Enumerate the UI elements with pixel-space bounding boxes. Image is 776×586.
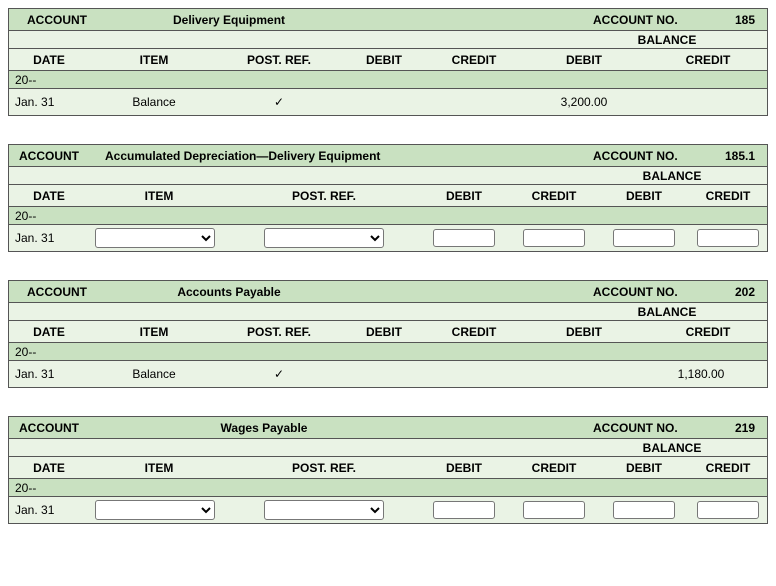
- cell-postref: ✓: [219, 364, 339, 384]
- year-cell: 20--: [9, 478, 89, 498]
- account-label: ACCOUNT: [9, 146, 99, 166]
- account-no-value: 185.1: [697, 146, 767, 166]
- item-select[interactable]: [95, 500, 215, 520]
- col-bal-debit: DEBIT: [519, 322, 649, 342]
- col-credit: CREDIT: [429, 322, 519, 342]
- col-debit: DEBIT: [339, 50, 429, 70]
- account-no-value: 202: [697, 282, 767, 302]
- table-row: Jan. 31 Balance ✓ 1,180.00: [9, 361, 767, 387]
- account-name: Delivery Equipment: [99, 10, 359, 30]
- col-date: DATE: [9, 322, 89, 342]
- account-name: Accumulated Depreciation—Delivery Equipm…: [99, 146, 459, 166]
- debit-input[interactable]: [433, 229, 495, 247]
- bal-debit-input[interactable]: [613, 229, 675, 247]
- col-bal-credit: CREDIT: [689, 186, 767, 206]
- col-item: ITEM: [89, 322, 219, 342]
- col-item: ITEM: [89, 186, 229, 206]
- year-cell: 20--: [9, 206, 89, 226]
- cell-item: Balance: [89, 364, 219, 384]
- credit-input[interactable]: [523, 501, 585, 519]
- col-bal-credit: CREDIT: [689, 458, 767, 478]
- col-bal-debit: DEBIT: [519, 50, 649, 70]
- col-postref: POST. REF.: [229, 186, 419, 206]
- account-name: Accounts Payable: [99, 282, 359, 302]
- col-debit: DEBIT: [339, 322, 429, 342]
- col-date: DATE: [9, 186, 89, 206]
- cell-bal-credit: [649, 99, 767, 105]
- col-credit: CREDIT: [429, 50, 519, 70]
- cell-date: Jan. 31: [9, 228, 89, 248]
- col-bal-credit: CREDIT: [649, 322, 767, 342]
- account-label: ACCOUNT: [9, 418, 99, 438]
- account-no-label: ACCOUNT NO.: [587, 418, 697, 438]
- balance-label: BALANCE: [577, 438, 767, 458]
- account-no-label: ACCOUNT NO.: [587, 146, 697, 166]
- balance-label: BALANCE: [567, 30, 767, 50]
- postref-select[interactable]: [264, 228, 384, 248]
- balance-label: BALANCE: [577, 166, 767, 186]
- cell-debit: [339, 371, 429, 377]
- postref-select[interactable]: [264, 500, 384, 520]
- bal-credit-input[interactable]: [697, 229, 759, 247]
- table-row: Jan. 31: [9, 497, 767, 523]
- account-no-label: ACCOUNT NO.: [587, 282, 697, 302]
- item-select[interactable]: [95, 228, 215, 248]
- cell-credit: [429, 371, 519, 377]
- account-label: ACCOUNT: [9, 282, 99, 302]
- table-row: Jan. 31: [9, 225, 767, 251]
- bal-debit-input[interactable]: [613, 501, 675, 519]
- col-bal-debit: DEBIT: [599, 186, 689, 206]
- bal-credit-input[interactable]: [697, 501, 759, 519]
- ledger-accounts-payable: ACCOUNT Accounts Payable ACCOUNT NO. 202…: [8, 280, 768, 388]
- account-no-label: ACCOUNT NO.: [587, 10, 697, 30]
- cell-date: Jan. 31: [9, 92, 89, 112]
- col-credit: CREDIT: [509, 458, 599, 478]
- col-item: ITEM: [89, 458, 229, 478]
- cell-bal-debit: 3,200.00: [519, 92, 649, 112]
- col-date: DATE: [9, 458, 89, 478]
- debit-input[interactable]: [433, 501, 495, 519]
- col-bal-debit: DEBIT: [599, 458, 689, 478]
- col-date: DATE: [9, 50, 89, 70]
- col-item: ITEM: [89, 50, 219, 70]
- col-bal-credit: CREDIT: [649, 50, 767, 70]
- cell-credit: [429, 99, 519, 105]
- account-label: ACCOUNT: [9, 10, 99, 30]
- ledger-wages-payable: ACCOUNT Wages Payable ACCOUNT NO. 219 BA…: [8, 416, 768, 524]
- ledger-accum-depr: ACCOUNT Accumulated Depreciation—Deliver…: [8, 144, 768, 252]
- col-debit: DEBIT: [419, 458, 509, 478]
- year-cell: 20--: [9, 70, 89, 90]
- col-postref: POST. REF.: [219, 322, 339, 342]
- year-cell: 20--: [9, 342, 89, 362]
- col-postref: POST. REF.: [219, 50, 339, 70]
- col-credit: CREDIT: [509, 186, 599, 206]
- cell-bal-debit: [519, 371, 649, 377]
- cell-debit: [339, 99, 429, 105]
- col-postref: POST. REF.: [229, 458, 419, 478]
- cell-date: Jan. 31: [9, 500, 89, 520]
- cell-bal-credit: 1,180.00: [649, 364, 767, 384]
- balance-label: BALANCE: [567, 302, 767, 322]
- cell-postref: ✓: [219, 92, 339, 112]
- cell-date: Jan. 31: [9, 364, 89, 384]
- account-no-value: 219: [697, 418, 767, 438]
- ledger-delivery-equipment: ACCOUNT Delivery Equipment ACCOUNT NO. 1…: [8, 8, 768, 116]
- table-row: Jan. 31 Balance ✓ 3,200.00: [9, 89, 767, 115]
- credit-input[interactable]: [523, 229, 585, 247]
- account-name: Wages Payable: [99, 418, 429, 438]
- col-debit: DEBIT: [419, 186, 509, 206]
- cell-item: Balance: [89, 92, 219, 112]
- account-no-value: 185: [697, 10, 767, 30]
